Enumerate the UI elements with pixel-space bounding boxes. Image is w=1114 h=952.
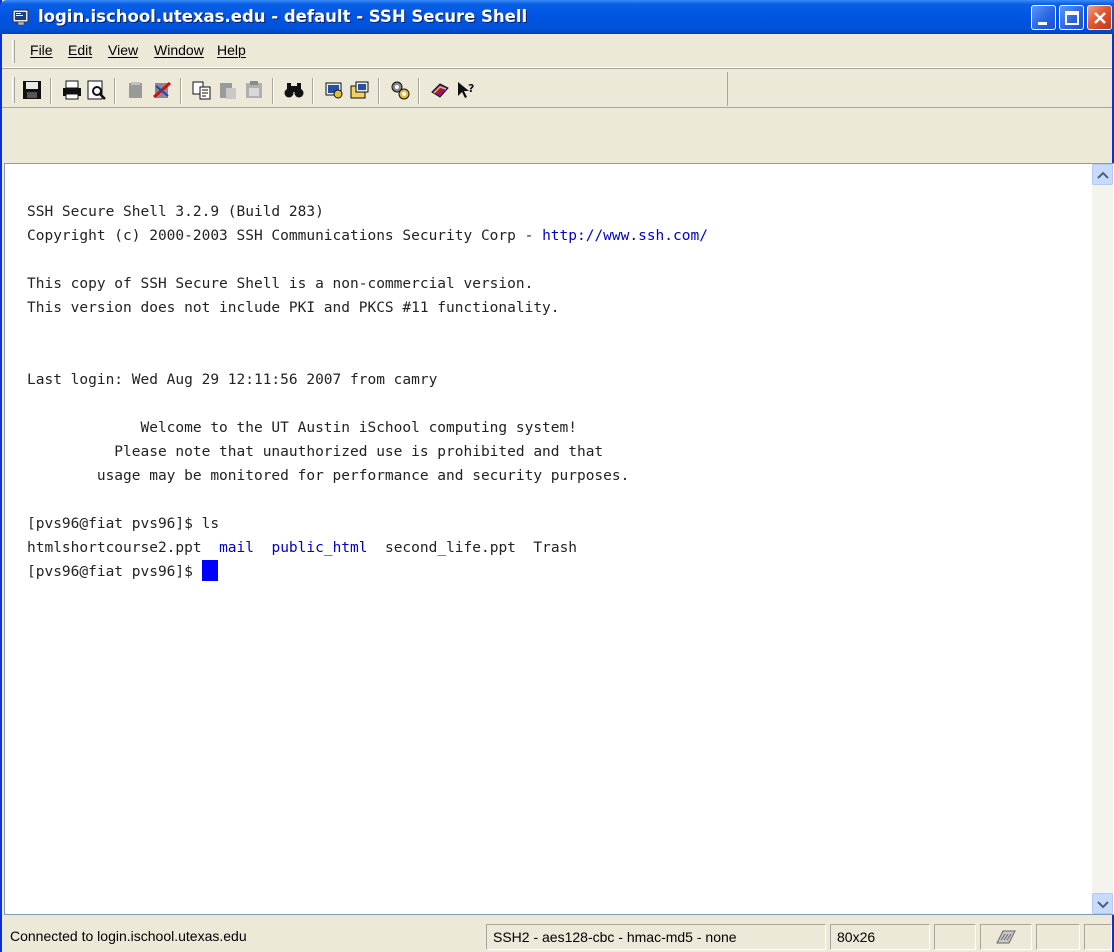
- ssh-terminal-icon[interactable]: [11, 7, 31, 27]
- toolbar-band: ?: [6, 72, 728, 106]
- minimize-button[interactable]: [1031, 5, 1056, 30]
- profiles-icon[interactable]: [350, 80, 370, 100]
- toolbar-separator: [312, 78, 314, 104]
- prompt-line: [pvs96@fiat pvs96]$ ls: [27, 516, 220, 532]
- menu-view-label: iew: [117, 42, 139, 58]
- menu-help-hotkey: H: [217, 42, 228, 58]
- disconnect-icon[interactable]: [152, 80, 172, 100]
- keyboard-icon: [996, 930, 1016, 944]
- window-title: login.ischool.utexas.edu - default - SSH…: [38, 7, 528, 26]
- find-icon[interactable]: [284, 80, 304, 100]
- terminal-line: Last login: Wed Aug 29 12:11:56 2007 fro…: [27, 372, 438, 388]
- menu-help[interactable]: Help: [217, 42, 246, 58]
- menu-help-label: elp: [227, 42, 246, 58]
- close-button[interactable]: [1087, 5, 1112, 30]
- protocol-status: SSH2 - aes128-cbc - hmac-md5 - none: [486, 924, 826, 950]
- ssh-window: login.ischool.utexas.edu - default - SSH…: [0, 0, 1114, 952]
- chevron-up-icon: [1097, 171, 1109, 179]
- shell-prompt: [pvs96@fiat pvs96]$: [27, 564, 202, 580]
- prompt-line: [pvs96@fiat pvs96]$: [27, 560, 708, 584]
- print-icon[interactable]: [62, 80, 82, 100]
- terminal-size-status: 80x26: [830, 924, 930, 950]
- terminal-line: SSH Secure Shell 3.2.9 (Build 283): [27, 204, 324, 220]
- quick-connect-icon[interactable]: [126, 80, 146, 100]
- ls-file: second_life.ppt: [384, 540, 516, 556]
- menu-edit[interactable]: Edit: [68, 42, 92, 58]
- ls-output-line: htmlshortcourse2.ppt mail public_html se…: [27, 536, 708, 560]
- motd-line: Please note that unauthorized use is pro…: [27, 444, 604, 460]
- help-book-icon[interactable]: [430, 80, 450, 100]
- toolbar-separator: [378, 78, 380, 104]
- copy-icon[interactable]: [192, 80, 212, 100]
- menu-window-label: indow: [167, 42, 204, 58]
- connection-status: Connected to login.ischool.utexas.edu: [10, 928, 247, 944]
- terminal-area[interactable]: SSH Secure Shell 3.2.9 (Build 283) Copyri…: [4, 163, 1114, 915]
- scroll-up-button[interactable]: [1092, 164, 1113, 185]
- toolbar-separator: [50, 78, 52, 104]
- maximize-button[interactable]: [1059, 5, 1084, 30]
- toolbar-separator: [272, 78, 274, 104]
- save-icon[interactable]: [22, 80, 42, 100]
- scroll-down-button[interactable]: [1092, 893, 1113, 914]
- vertical-scrollbar[interactable]: [1092, 164, 1113, 914]
- toolbar-separator: [418, 78, 420, 104]
- close-icon: [1094, 12, 1106, 24]
- terminal-line: This version does not include PKI and PK…: [27, 300, 560, 316]
- motd-line: Welcome to the UT Austin iSchool computi…: [27, 420, 577, 436]
- paste-disabled-icon[interactable]: [244, 80, 264, 100]
- svg-text:?: ?: [468, 82, 474, 95]
- toolbar-separator: [114, 78, 116, 104]
- settings-icon[interactable]: [324, 80, 344, 100]
- toolbar-separator: [180, 78, 182, 104]
- copyright-text: Copyright (c) 2000-2003 SSH Communicatio…: [27, 228, 543, 244]
- resize-grip[interactable]: [1084, 924, 1112, 950]
- menu-view[interactable]: View: [108, 42, 138, 58]
- menu-edit-hotkey: E: [68, 42, 78, 58]
- motd-line: usage may be monitored for performance a…: [27, 468, 630, 484]
- menu-bar: File Edit View Window Help: [2, 34, 1112, 68]
- ls-file: Trash: [533, 540, 578, 556]
- chevron-down-icon: [1097, 901, 1109, 909]
- paste-icon[interactable]: [218, 80, 238, 100]
- terminal-line: Copyright (c) 2000-2003 SSH Communicatio…: [27, 224, 708, 248]
- maximize-icon: [1065, 11, 1079, 25]
- status-panel-empty: [1036, 924, 1080, 950]
- menu-window[interactable]: Window: [154, 42, 204, 58]
- ls-directory: mail: [219, 540, 254, 556]
- terminal-cursor: [201, 560, 218, 581]
- terminal-text[interactable]: SSH Secure Shell 3.2.9 (Build 283) Copyri…: [27, 176, 708, 632]
- status-panel-empty: [934, 924, 976, 950]
- status-bar: Connected to login.ischool.utexas.edu SS…: [2, 916, 1112, 952]
- menu-file-label: ile: [38, 42, 53, 58]
- menu-file[interactable]: File: [30, 42, 53, 58]
- print-preview-icon[interactable]: [86, 80, 106, 100]
- whats-this-icon[interactable]: ?: [456, 80, 476, 100]
- menu-edit-label: dit: [77, 42, 93, 58]
- ls-directory: public_html: [271, 540, 368, 556]
- minimize-icon: [1038, 22, 1047, 25]
- title-bar[interactable]: login.ischool.utexas.edu - default - SSH…: [0, 0, 1114, 34]
- status-panel-icon: [980, 924, 1032, 950]
- toolbar-grip[interactable]: [12, 77, 15, 103]
- toolbar: ?: [2, 68, 1112, 108]
- terminal-line: This copy of SSH Secure Shell is a non-c…: [27, 276, 534, 292]
- menu-view-hotkey: V: [108, 42, 118, 58]
- ssh-website-link[interactable]: http://www.ssh.com/: [542, 228, 708, 244]
- ls-file: htmlshortcourse2.ppt: [27, 540, 202, 556]
- menu-grip[interactable]: [12, 40, 15, 63]
- menu-file-hotkey: F: [30, 42, 39, 58]
- menu-window-hotkey: W: [154, 42, 168, 58]
- file-transfer-icon[interactable]: [390, 80, 410, 100]
